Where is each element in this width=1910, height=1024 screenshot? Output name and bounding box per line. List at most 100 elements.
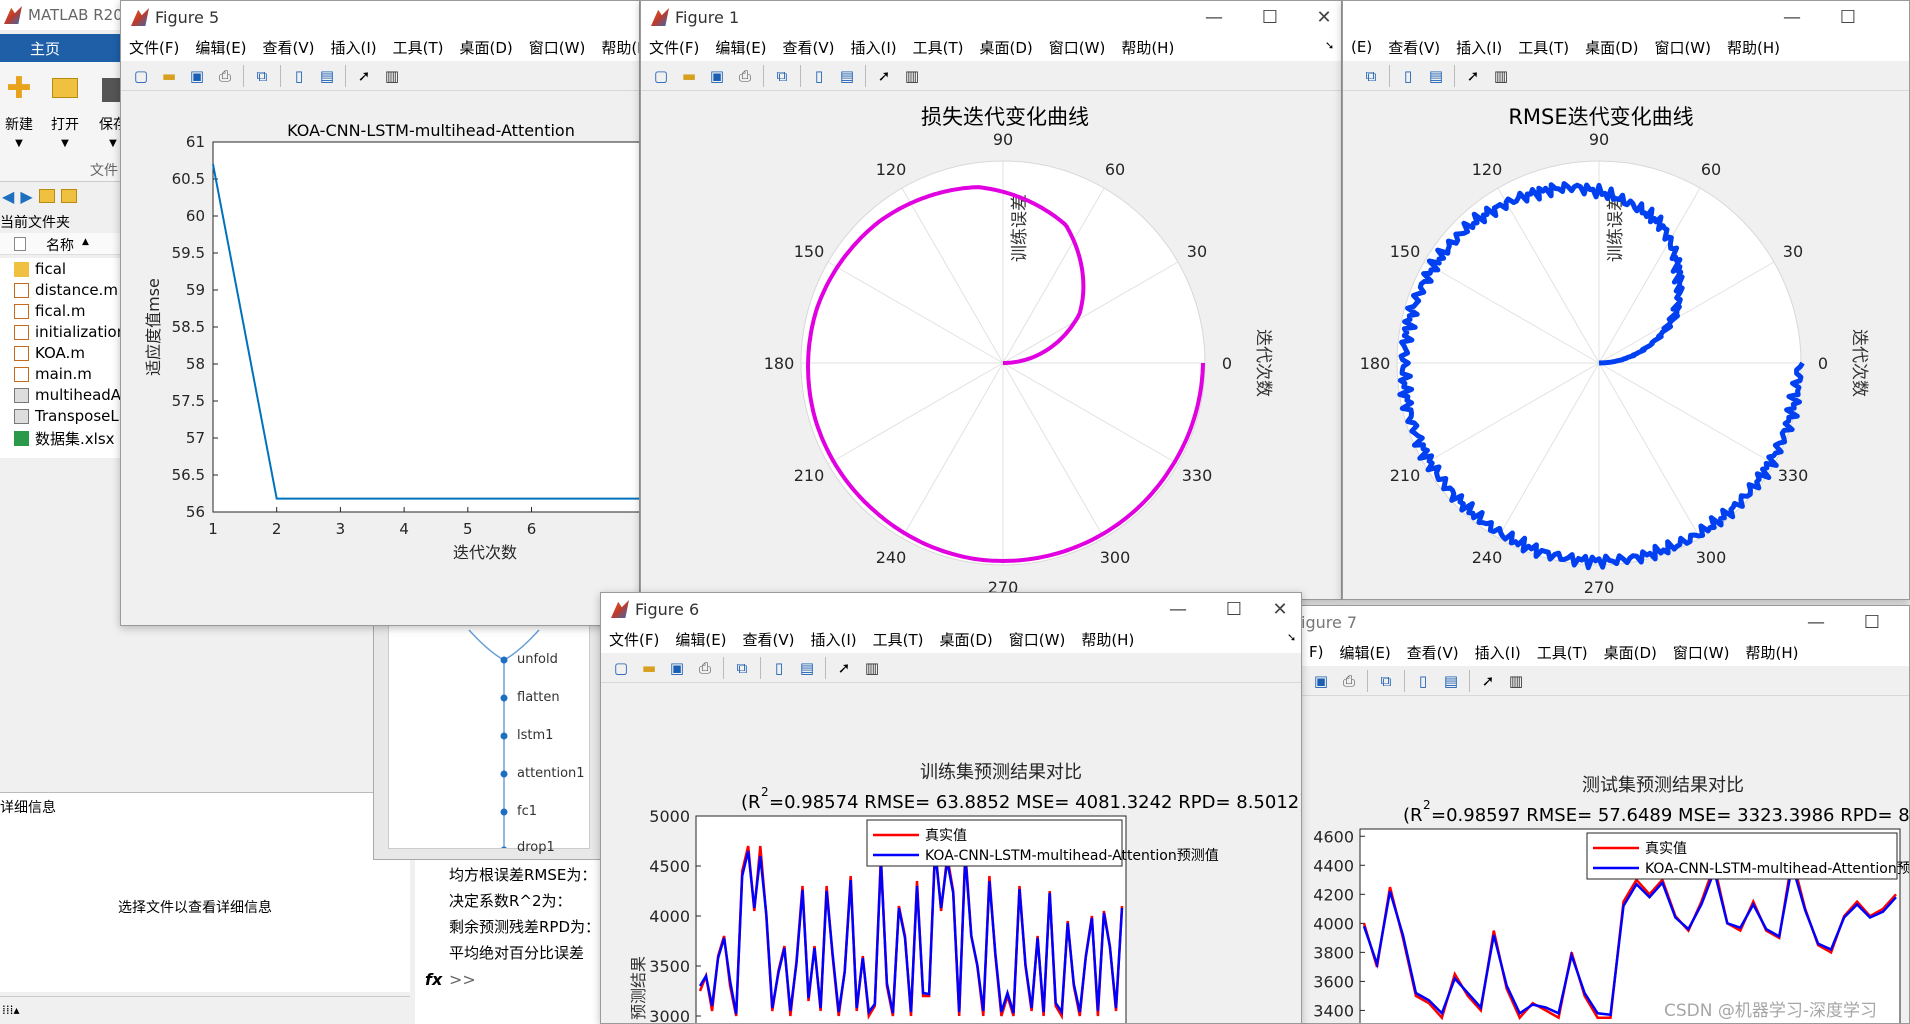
menu-item[interactable]: 编辑(E) [715,37,766,58]
menu-item[interactable]: 编辑(E) [195,37,246,58]
command-window[interactable]: 均方根误差RMSE为： 决定系数R^2为： 剩余预测残差RPD为： 平均绝对百分… [415,860,615,1024]
list-item[interactable]: 数据集.xlsx [14,428,115,449]
print-icon[interactable]: ⎙ [695,658,715,678]
menu-item[interactable]: 桌面(D) [940,629,993,650]
maximize-icon[interactable]: ☐ [1849,606,1895,638]
menu-item[interactable]: 编辑(E) [1339,642,1390,663]
legend-icon[interactable]: ▤ [797,658,817,678]
menu-item[interactable]: 编辑(E) [675,629,726,650]
menu-item[interactable]: 工具(T) [1537,642,1588,663]
dock-arrow-icon[interactable]: ➘ [1287,631,1296,644]
open-icon[interactable]: ▬ [679,66,699,86]
minimize-icon[interactable]: — [1191,1,1237,33]
list-item[interactable]: TransposeL [14,407,119,425]
menu-item[interactable]: 插入(I) [851,37,897,58]
property-editor-icon[interactable]: ▥ [1506,671,1526,691]
print-icon[interactable]: ⎙ [215,66,235,86]
browse-folder-icon[interactable] [60,189,77,203]
menu-item[interactable]: 文件(F) [609,629,659,650]
menu-item[interactable]: 文件(F) [129,37,179,58]
save-icon[interactable]: ▣ [187,66,207,86]
back-arrow-icon[interactable]: ◀ [2,187,14,206]
menu-item[interactable]: 插入(I) [1475,642,1521,663]
menu-item[interactable]: 帮助(H) [601,37,639,58]
new-button[interactable]: ✚ 新建 ▼ [2,72,36,160]
menu-item[interactable]: 工具(T) [393,37,444,58]
menu-item[interactable]: 帮助(H) [1727,37,1780,58]
link-plot-icon[interactable]: ⧉ [772,66,792,86]
list-item[interactable]: fical.m [14,302,85,320]
minimize-icon[interactable]: — [1155,593,1201,625]
save-icon[interactable]: ▣ [667,658,687,678]
legend-icon[interactable]: ▤ [837,66,857,86]
maximize-icon[interactable]: ☐ [1211,593,1257,625]
list-item[interactable]: distance.m [14,281,118,299]
property-editor-icon[interactable]: ▥ [902,66,922,86]
legend-icon[interactable]: ▤ [1441,671,1461,691]
legend-icon[interactable]: ▤ [1426,66,1446,86]
menu-item[interactable]: 查看(V) [263,37,315,58]
list-item[interactable]: initialization [14,323,126,341]
pointer-icon[interactable]: ➚ [354,66,374,86]
print-icon[interactable]: ⎙ [735,66,755,86]
menu-item[interactable]: 插入(I) [1456,37,1502,58]
colorbar-icon[interactable]: ▯ [1398,66,1418,86]
forward-arrow-icon[interactable]: ▶ [20,187,32,206]
pointer-icon[interactable]: ➚ [834,658,854,678]
open-icon[interactable]: ▬ [159,66,179,86]
colorbar-icon[interactable]: ▯ [769,658,789,678]
close-icon[interactable]: ✕ [1301,1,1341,33]
tab-home[interactable]: 主页 [0,34,130,62]
open-icon[interactable]: ▬ [639,658,659,678]
list-item[interactable]: main.m [14,365,92,383]
menu-item[interactable]: 查看(V) [1388,37,1440,58]
new-figure-icon[interactable]: ▢ [611,658,631,678]
menu-item[interactable]: 桌面(D) [460,37,513,58]
link-plot-icon[interactable]: ⧉ [732,658,752,678]
up-folder-icon[interactable] [38,189,55,203]
link-plot-icon[interactable]: ⧉ [1361,66,1381,86]
menu-item[interactable]: 工具(T) [913,37,964,58]
pointer-icon[interactable]: ➚ [1463,66,1483,86]
menu-item[interactable]: 工具(T) [1518,37,1569,58]
resize-grip-icon[interactable]: ⁞⁞⁞▴ [2,1003,19,1017]
property-editor-icon[interactable]: ▥ [1491,66,1511,86]
property-editor-icon[interactable]: ▥ [382,66,402,86]
colorbar-icon[interactable]: ▯ [289,66,309,86]
menu-item[interactable]: 帮助(H) [1081,629,1134,650]
colorbar-icon[interactable]: ▯ [1413,671,1433,691]
menu-item[interactable]: 窗口(W) [1654,37,1711,58]
new-figure-icon[interactable]: ▢ [651,66,671,86]
pointer-icon[interactable]: ➚ [874,66,894,86]
menu-item[interactable]: 插入(I) [811,629,857,650]
dock-arrow-icon[interactable]: ➘ [1325,39,1334,52]
menu-item[interactable]: 窗口(W) [1009,629,1066,650]
menu-item[interactable]: 查看(V) [783,37,835,58]
menu-item[interactable]: 插入(I) [331,37,377,58]
maximize-icon[interactable]: ☐ [1825,1,1871,33]
colorbar-icon[interactable]: ▯ [809,66,829,86]
menu-item[interactable]: 帮助(H) [1745,642,1798,663]
menu-item[interactable]: 桌面(D) [1585,37,1638,58]
menu-item[interactable]: 查看(V) [743,629,795,650]
menu-item[interactable]: 桌面(D) [1604,642,1657,663]
save-icon[interactable]: ▣ [707,66,727,86]
column-name-header[interactable]: 名称 [46,235,74,255]
open-button[interactable]: 打开 ▼ [48,72,82,160]
link-plot-icon[interactable]: ⧉ [252,66,272,86]
minimize-icon[interactable]: — [1769,1,1815,33]
menu-item[interactable]: 文件(F) [649,37,699,58]
list-item[interactable]: KOA.m [14,344,85,362]
menu-item[interactable]: 窗口(W) [529,37,586,58]
close-icon[interactable]: ✕ [1257,593,1301,625]
pointer-icon[interactable]: ➚ [1478,671,1498,691]
menu-item[interactable]: 帮助(H) [1121,37,1174,58]
minimize-icon[interactable]: — [1793,606,1839,638]
list-item[interactable]: fical [14,260,66,278]
menu-item[interactable]: (E) [1351,38,1372,56]
command-prompt[interactable]: >> [449,970,476,989]
print-icon[interactable]: ⎙ [1339,671,1359,691]
save-icon[interactable]: ▣ [1311,671,1331,691]
maximize-icon[interactable]: ☐ [1247,1,1293,33]
legend-icon[interactable]: ▤ [317,66,337,86]
